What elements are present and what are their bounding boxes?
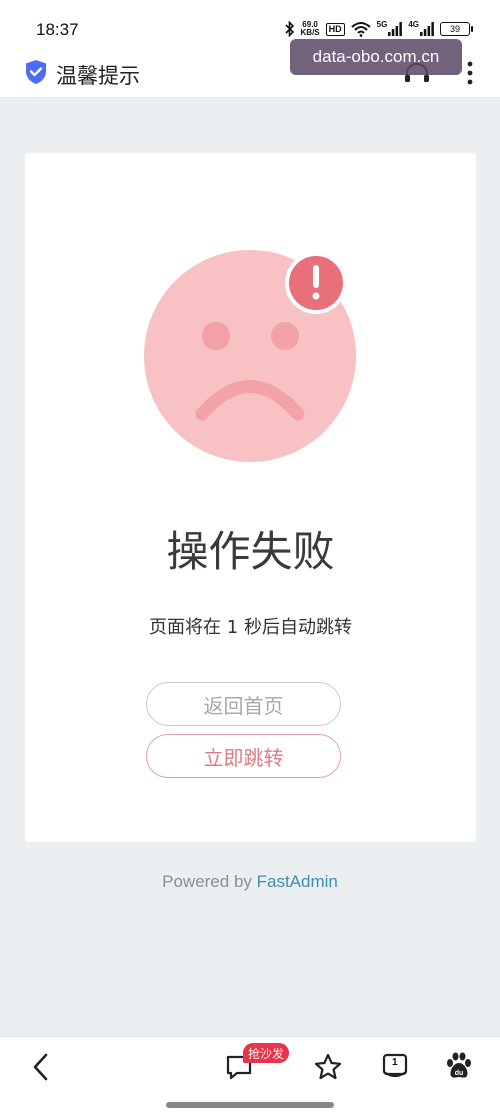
net-speed: 69.0 KB/S: [301, 21, 320, 37]
watermark: data-obo.com.cn: [290, 39, 462, 75]
star-icon[interactable]: [313, 1052, 343, 1082]
status-icons: 69.0 KB/S HD 5G 4G 39: [284, 18, 473, 40]
powered-by: Powered by FastAdmin: [0, 872, 500, 892]
hd-badge: HD: [325, 22, 345, 36]
alert-icon: [285, 252, 347, 314]
wifi-icon: [350, 22, 371, 37]
result-message: 页面将在 1 秒后自动跳转: [149, 617, 352, 638]
result-title: 操作失败: [166, 527, 335, 576]
signal-5g: 5G: [376, 20, 403, 36]
status-time: 18:37: [36, 20, 79, 39]
battery-icon: 39: [440, 22, 473, 36]
jump-now-button[interactable]: 立即跳转: [146, 734, 341, 778]
net1-label: 5G: [376, 20, 388, 29]
powered-prefix: Powered by: [162, 872, 257, 891]
page-title: 温馨提示: [56, 64, 140, 88]
result-card: 操作失败 页面将在 1 秒后自动跳转 返回首页 立即跳转: [25, 153, 476, 842]
net2-label: 4G: [408, 20, 419, 29]
tab-count: 1: [392, 1057, 398, 1068]
baidu-paw-icon[interactable]: du: [444, 1051, 474, 1081]
home-indicator[interactable]: [166, 1102, 334, 1108]
battery-level: 39: [449, 24, 460, 34]
net-speed-unit: KB/S: [300, 28, 320, 37]
more-icon[interactable]: [466, 60, 474, 86]
svg-text:du: du: [455, 1070, 464, 1077]
bluetooth-icon: [284, 21, 294, 37]
comment-badge: 抢沙发: [243, 1043, 290, 1063]
back-icon[interactable]: [32, 1053, 50, 1081]
shield-check-icon: [26, 60, 46, 84]
signal-icon: [420, 22, 434, 36]
signal-4g: 4G: [408, 20, 434, 36]
return-home-button[interactable]: 返回首页: [146, 682, 341, 726]
fastadmin-link[interactable]: FastAdmin: [257, 872, 338, 891]
signal-icon: [388, 22, 403, 36]
